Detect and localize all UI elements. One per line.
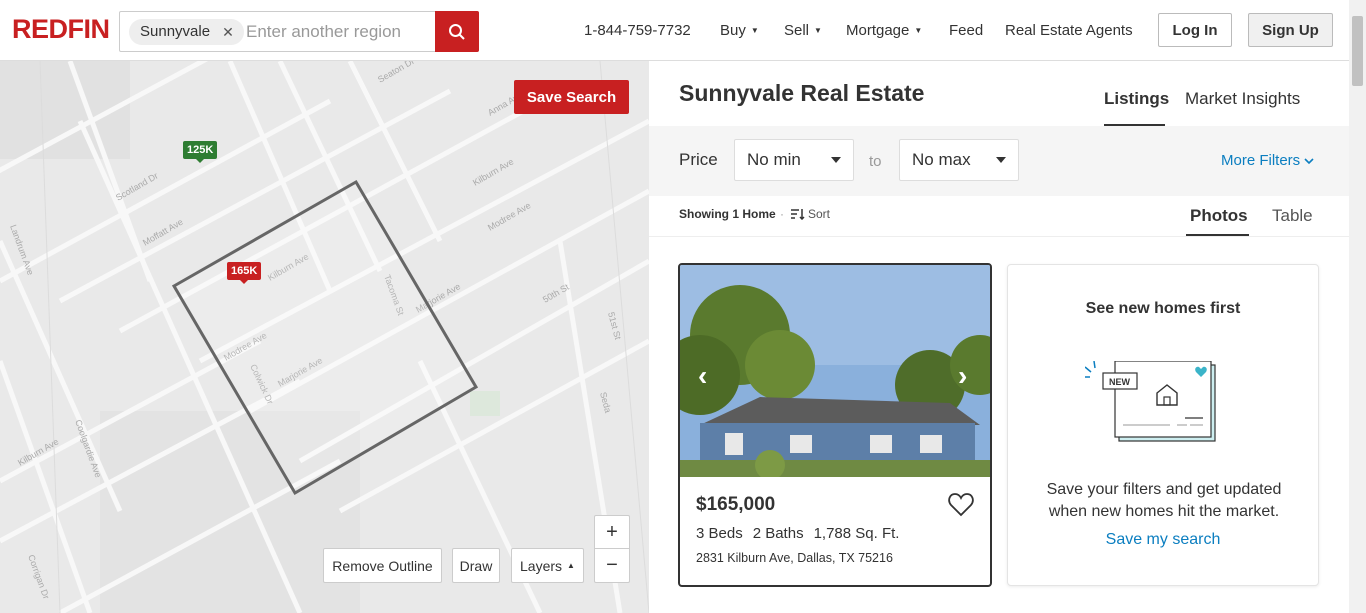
layers-button[interactable]: Layers ▲ — [511, 548, 584, 583]
price-pin[interactable]: 125K — [183, 141, 218, 163]
layers-label: Layers — [520, 557, 563, 574]
listing-photo[interactable]: ‹ › — [680, 265, 990, 477]
min-price-value: No min — [747, 150, 801, 169]
nav-feed[interactable]: Feed — [949, 22, 983, 39]
region-search-box[interactable]: Sunnyvale ✕ Enter another region — [119, 11, 479, 52]
phone-number[interactable]: 1-844-759-7732 — [584, 22, 691, 39]
next-photo-icon[interactable]: › — [958, 360, 967, 392]
nav-mortgage[interactable]: Mortgage ▼ — [846, 22, 922, 39]
zoom-out-button[interactable]: − — [595, 549, 629, 582]
max-price-select[interactable]: No max — [899, 139, 1019, 181]
caret-down-icon — [996, 157, 1006, 163]
separator-dot: · — [780, 207, 784, 221]
remove-outline-button[interactable]: Remove Outline — [323, 548, 442, 583]
tab-photos[interactable]: Photos — [1190, 206, 1248, 226]
nav-mortgage-label: Mortgage — [846, 22, 910, 39]
nav-sell-label: Sell — [784, 22, 810, 39]
save-my-search-link[interactable]: Save my search — [1008, 531, 1318, 549]
listing-sqft: 1,788 Sq. Ft. — [813, 525, 900, 542]
sort-button[interactable]: Sort — [791, 207, 830, 221]
caret-down-icon — [831, 157, 841, 163]
redfin-logo[interactable]: REDFIN — [12, 14, 110, 45]
zoom-in-button[interactable]: + — [595, 516, 629, 549]
more-filters-label: More Filters — [1221, 152, 1301, 169]
map-streets: Seaton Dr Anna Ave Scotland Dr Moffatt A… — [0, 61, 649, 613]
listing-stats: 3 Beds 2 Baths 1,788 Sq. Ft. — [696, 525, 899, 542]
region-chip-label: Sunnyvale — [140, 23, 211, 40]
chevron-down-icon: ▼ — [750, 26, 759, 35]
region-chip: Sunnyvale ✕ — [129, 19, 244, 45]
nav-buy-label: Buy — [720, 22, 746, 39]
tab-market-insights[interactable]: Market Insights — [1185, 89, 1300, 109]
filter-bar: Price No min to No max More Filters — [649, 126, 1349, 196]
listing-beds: 3 Beds — [696, 525, 743, 542]
chevron-up-icon: ▲ — [567, 561, 575, 570]
nav-real-estate-agents[interactable]: Real Estate Agents — [1005, 22, 1133, 39]
signup-button[interactable]: Sign Up — [1248, 13, 1333, 47]
chevron-down-icon: ▼ — [814, 26, 822, 35]
remove-region-icon[interactable]: ✕ — [222, 19, 234, 45]
min-price-select[interactable]: No min — [734, 139, 854, 181]
promo-title: See new homes first — [1085, 300, 1241, 317]
search-icon — [449, 23, 465, 40]
draw-button[interactable]: Draw — [452, 548, 500, 583]
divider — [649, 236, 1349, 237]
max-price-value: No max — [912, 150, 971, 169]
price-pin-selected[interactable]: 165K — [227, 262, 262, 284]
sort-icon — [791, 209, 805, 220]
previous-photo-icon[interactable]: ‹ — [698, 360, 707, 392]
tab-listings[interactable]: Listings — [1104, 89, 1169, 109]
zoom-control: + − — [594, 515, 630, 583]
promo-description: Save your filters and get updated when n… — [1046, 481, 1282, 520]
more-filters-button[interactable]: More Filters — [1221, 152, 1314, 169]
page-scrollbar[interactable] — [1349, 0, 1366, 613]
listing-address: 2831 Kilburn Ave, Dallas, TX 75216 — [696, 551, 893, 565]
nav-buy[interactable]: Buy ▼ — [720, 22, 759, 39]
sort-label: Sort — [808, 207, 831, 221]
house-photo — [680, 265, 990, 477]
new-badge: NEW — [1109, 377, 1131, 387]
chevron-down-icon: ▼ — [914, 26, 923, 35]
results-count: Showing 1 Home — [679, 207, 776, 221]
tab-table[interactable]: Table — [1272, 206, 1313, 226]
login-button[interactable]: Log In — [1158, 13, 1232, 47]
heart-icon[interactable] — [948, 493, 974, 517]
to-label: to — [869, 153, 882, 170]
nav-sell[interactable]: Sell ▼ — [784, 22, 822, 39]
price-label: Price — [679, 150, 718, 169]
listing-baths: 2 Baths — [752, 525, 804, 542]
save-search-promo: See new homes first NEW Save your filter… — [1007, 264, 1319, 586]
top-header: REDFIN Sunnyvale ✕ Enter another region … — [0, 0, 1366, 61]
listing-card[interactable]: ‹ › $165,000 3 Beds 2 Baths 1,788 Sq. Ft… — [678, 263, 992, 587]
scrollbar-thumb[interactable] — [1352, 16, 1363, 86]
chevron-down-icon — [1304, 158, 1314, 165]
search-button[interactable] — [435, 11, 479, 52]
map-view[interactable]: Seaton Dr Anna Ave Scotland Dr Moffatt A… — [0, 61, 649, 613]
save-search-button[interactable]: Save Search — [514, 80, 629, 114]
new-home-listing-icon: NEW — [1085, 361, 1216, 442]
search-input[interactable]: Enter another region — [246, 22, 401, 42]
listing-price: $165,000 — [696, 494, 776, 515]
page-title: Sunnyvale Real Estate — [679, 80, 925, 106]
results-panel: Sunnyvale Real Estate Listings Market In… — [649, 61, 1349, 613]
